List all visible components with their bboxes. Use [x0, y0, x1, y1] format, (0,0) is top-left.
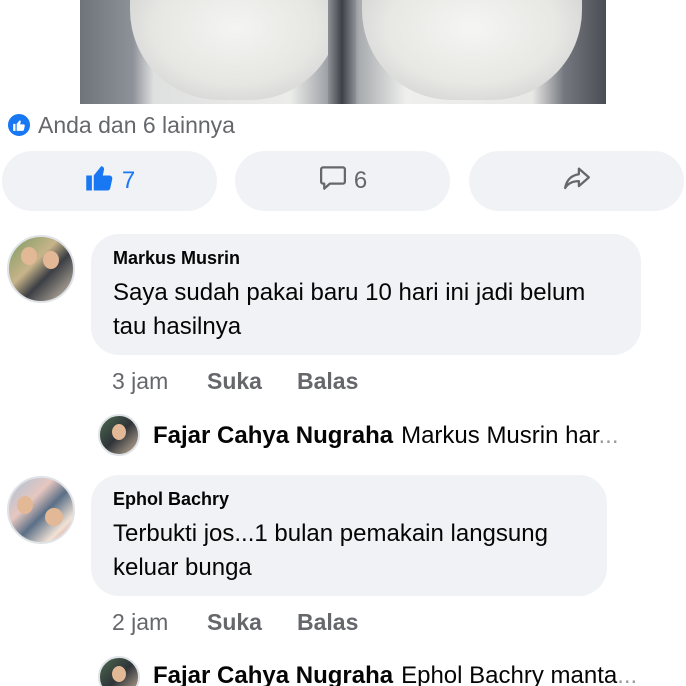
- product-bag-seam: [328, 0, 356, 104]
- comment-text-line: Terbukti jos...1 bulan pemakain langsung: [113, 520, 548, 547]
- comment-author[interactable]: Markus Musrin: [113, 248, 619, 269]
- comment-time: 3 jam: [112, 368, 169, 394]
- comment-count: 6: [353, 167, 368, 194]
- comment-button[interactable]: 6: [235, 151, 450, 211]
- comment-like-link[interactable]: Suka: [207, 609, 297, 636]
- like-count: 7: [121, 167, 136, 194]
- comment-author[interactable]: Ephol Bachry: [113, 489, 585, 510]
- avatar-face: [43, 251, 59, 269]
- comment-text-line: tau hasilnya: [113, 313, 242, 340]
- reply-preview-text: Markus Musrin har: [401, 422, 599, 449]
- reply-avatar[interactable]: [98, 656, 140, 686]
- comment-reply-link[interactable]: Balas: [297, 609, 358, 636]
- reply-author: Fajar Cahya Nugraha: [153, 662, 394, 686]
- comment-text-line: keluar bunga: [113, 554, 252, 581]
- reactions-text: Anda dan 6 lainnya: [38, 111, 235, 138]
- commenter-avatar[interactable]: [7, 235, 75, 303]
- commenter-avatar[interactable]: [7, 476, 75, 544]
- thumbs-up-icon: [84, 163, 116, 200]
- comment-bubble: Ephol Bachry Terbukti jos...1 bulan pema…: [91, 475, 607, 596]
- avatar-face: [45, 508, 63, 526]
- comment-time: 2 jam: [112, 609, 169, 635]
- reply-avatar[interactable]: [98, 414, 140, 456]
- avatar-face: [17, 496, 33, 514]
- share-arrow-icon: [561, 163, 593, 200]
- like-reaction-icon: [6, 112, 32, 138]
- reply-author: Fajar Cahya Nugraha: [153, 422, 394, 449]
- share-button[interactable]: [469, 151, 684, 211]
- post-image[interactable]: [80, 0, 606, 104]
- product-bag-right: [362, 0, 582, 100]
- reply-preview-row[interactable]: Fajar Cahya Nugraha Ephol Bachry manta...: [153, 662, 653, 686]
- reactions-summary[interactable]: Anda dan 6 lainnya: [6, 110, 235, 140]
- avatar-face: [21, 247, 37, 265]
- comment-like-link[interactable]: Suka: [207, 368, 297, 395]
- comment-bubble: Markus Musrin Saya sudah pakai baru 10 h…: [91, 234, 641, 355]
- like-button[interactable]: 7: [2, 151, 217, 211]
- avatar-face: [112, 666, 126, 682]
- product-bag-left: [130, 0, 340, 100]
- reply-preview-row[interactable]: Fajar Cahya Nugraha Markus Musrin har...: [153, 422, 653, 450]
- reply-ellipsis: ...: [617, 662, 638, 686]
- reply-preview-text: Ephol Bachry manta: [401, 662, 618, 686]
- reply-ellipsis: ...: [598, 422, 619, 449]
- comment-text-line: Saya sudah pakai baru 10 hari ini jadi b…: [113, 279, 586, 306]
- avatar-face: [112, 424, 126, 440]
- comment-meta: 2 jam Suka Balas: [112, 609, 358, 636]
- comment-bubble-icon: [318, 163, 348, 200]
- comment-reply-link[interactable]: Balas: [297, 368, 358, 395]
- comment-meta: 3 jam Suka Balas: [112, 368, 358, 395]
